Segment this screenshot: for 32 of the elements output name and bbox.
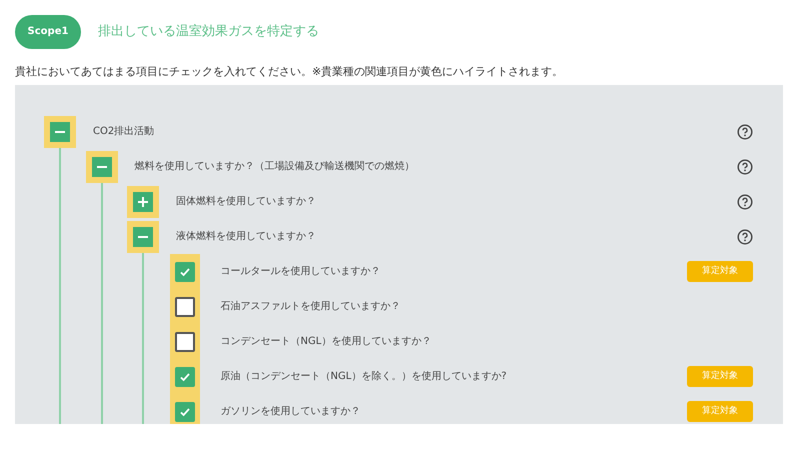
collapse-toggle[interactable]: [50, 122, 70, 142]
group-label: 燃料を使用していますか？（工場設備及び輸送機関での燃焼）: [134, 160, 414, 174]
collapse-toggle[interactable]: [92, 156, 112, 176]
checkbox[interactable]: [174, 262, 194, 282]
check-icon: [178, 370, 190, 382]
calculation-target-tag: 算定対象: [687, 366, 753, 387]
question-label: 石油アスファルトを使用していますか？: [220, 300, 400, 314]
instruction-text: 貴社においてあてはまる項目にチェックを入れてください。※貴業種の関連項目が黄色にハイライトされます。: [14, 64, 564, 80]
help-icon[interactable]: [737, 124, 753, 140]
calculation-target-tag: 算定対象: [687, 261, 753, 282]
checkbox[interactable]: [174, 366, 194, 386]
help-icon[interactable]: [737, 228, 753, 244]
checkbox[interactable]: [174, 296, 194, 316]
group-label: 液体燃料を使用していますか？: [176, 230, 316, 244]
question-label: ガソリンを使用していますか？: [220, 405, 360, 419]
help-icon[interactable]: [737, 194, 753, 210]
help-icon[interactable]: [737, 158, 753, 174]
section-title: 排出している温室効果ガスを特定する: [98, 22, 319, 41]
checkbox[interactable]: [174, 332, 194, 352]
collapse-toggle[interactable]: [133, 226, 153, 246]
group-label: 固体燃料を使用していますか？: [176, 194, 316, 209]
calculation-target-tag: 算定対象: [687, 401, 753, 422]
check-icon: [178, 406, 190, 418]
checkbox[interactable]: [174, 402, 194, 422]
question-label: 原油（コンデンセート（NGL）を除く。）を使用していますか?: [220, 370, 507, 384]
check-icon: [178, 266, 190, 278]
scope-badge: Scope1: [15, 14, 81, 48]
expand-toggle[interactable]: [133, 192, 153, 212]
question-label: コンデンセート（NGL）を使用していますか？: [220, 335, 432, 349]
group-label: CO2排出活動: [93, 124, 154, 139]
plus-icon: [137, 196, 149, 208]
question-label: コールタールを使用していますか？: [220, 265, 380, 279]
